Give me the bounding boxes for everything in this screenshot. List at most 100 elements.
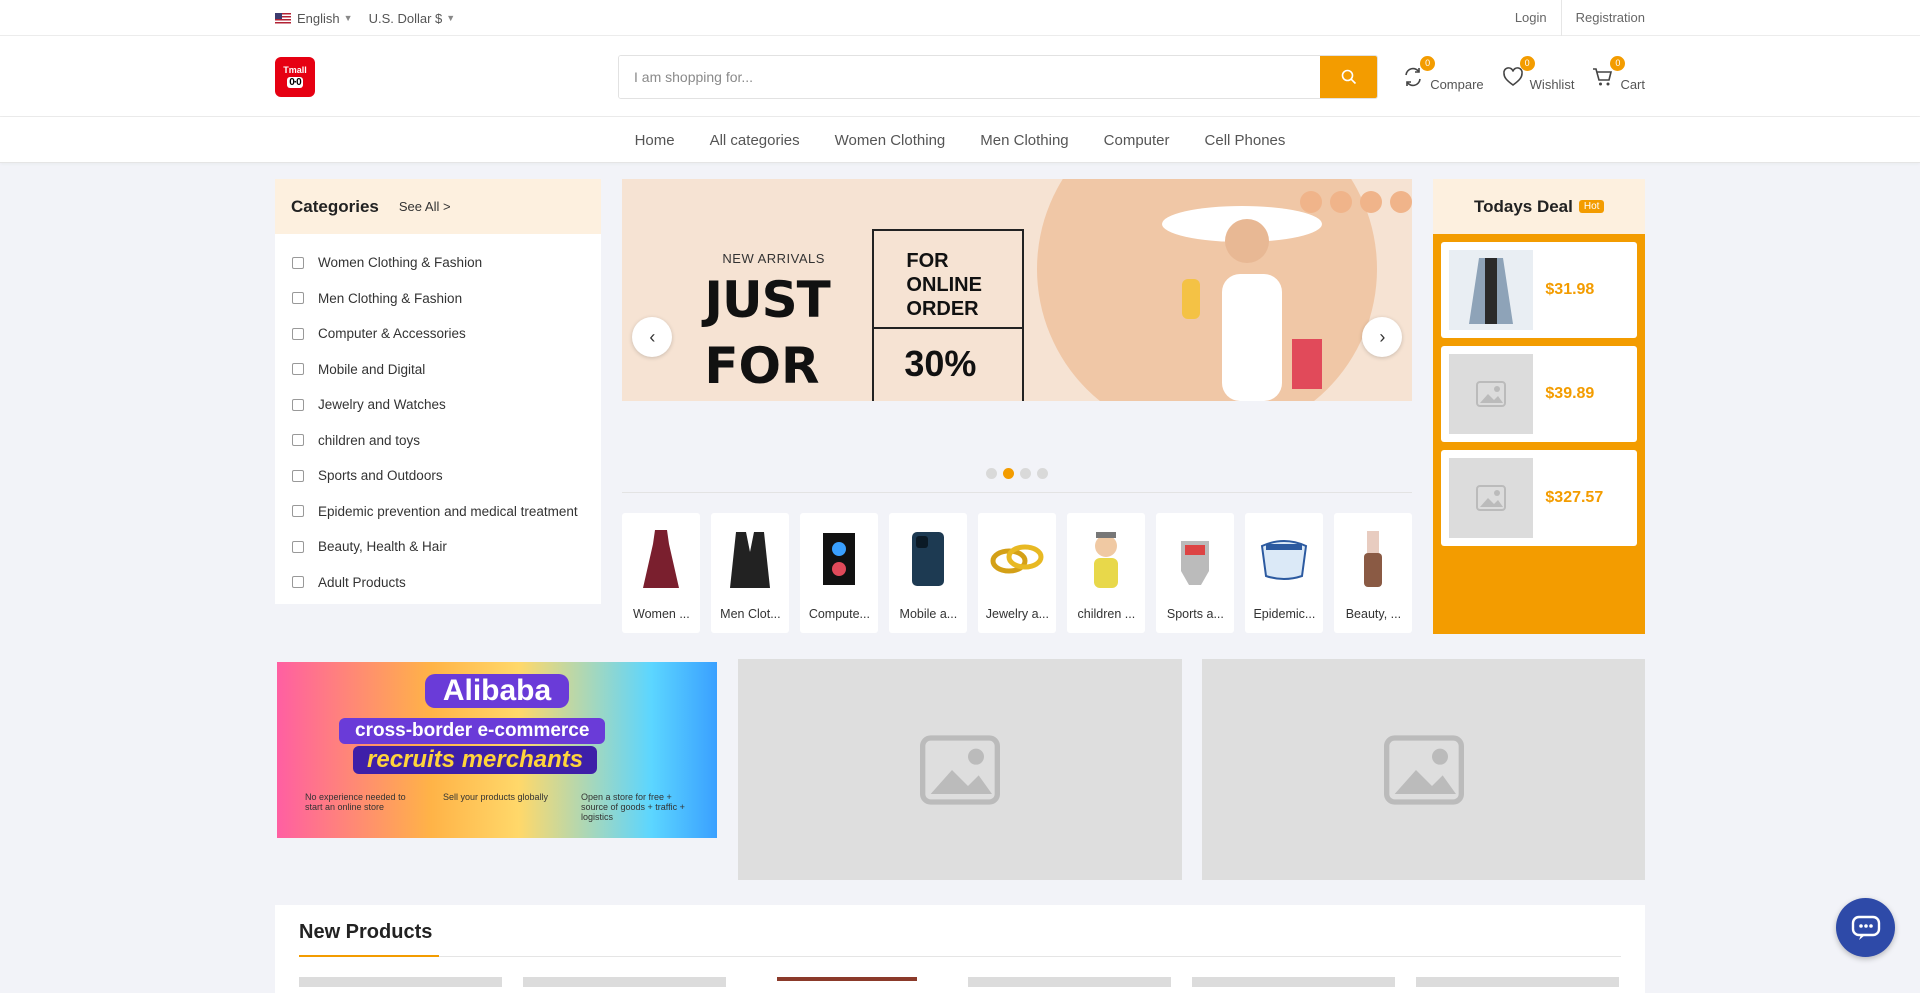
pc-case-image (809, 525, 869, 593)
wishlist-count-badge: 0 (1519, 55, 1535, 71)
alibaba-promo-banner[interactable]: Alibaba cross-border e-commerce recruits… (277, 662, 717, 838)
category-label: Adult Products (318, 574, 406, 590)
category-item[interactable]: children and toys (275, 423, 601, 459)
product-card[interactable] (299, 977, 502, 987)
thumb-children[interactable]: children ... (1067, 513, 1146, 633)
search-button[interactable] (1320, 55, 1377, 98)
instagram-icon (1300, 191, 1323, 213)
banner-placeholder[interactable] (1202, 659, 1645, 880)
category-icon (292, 398, 304, 411)
category-item[interactable]: Epidemic prevention and medical treatmen… (275, 494, 601, 530)
thumb-epidemic[interactable]: Epidemic... (1245, 513, 1324, 633)
phone-image (898, 525, 958, 593)
gloves-image (1165, 525, 1225, 593)
divider (622, 492, 1413, 493)
deal-item[interactable]: $39.89 (1441, 346, 1637, 442)
login-link[interactable]: Login (1501, 0, 1561, 36)
compare-icon (1405, 67, 1421, 86)
nav-men-clothing[interactable]: Men Clothing (963, 132, 1086, 149)
top-bar: English ▼ U.S. Dollar $ ▼ Login Registra… (0, 0, 1920, 36)
cart-button[interactable]: 0 Cart (1592, 55, 1645, 92)
currency-selector[interactable]: U.S. Dollar $ ▼ (369, 11, 456, 26)
slider-dot[interactable] (1020, 468, 1032, 479)
social-icons (1292, 191, 1413, 213)
nav-all-categories[interactable]: All categories (692, 132, 817, 149)
slider-dot[interactable] (1037, 468, 1049, 479)
category-item[interactable]: Men Clothing & Fashion (275, 281, 601, 317)
nav-women-clothing[interactable]: Women Clothing (817, 132, 963, 149)
category-item[interactable]: Women Clothing & Fashion (275, 245, 601, 281)
product-card[interactable] (1416, 977, 1619, 987)
category-item[interactable]: Beauty, Health & Hair (275, 529, 601, 565)
category-item[interactable]: Sports and Outdoors (275, 458, 601, 494)
thumb-label: Sports a... (1166, 607, 1224, 621)
category-item[interactable]: Mobile and Digital (275, 352, 601, 388)
thumb-beauty[interactable]: Beauty, ... (1334, 513, 1413, 633)
thumb-jewelry[interactable]: Jewelry a... (978, 513, 1057, 633)
thumb-sports[interactable]: Sports a... (1156, 513, 1235, 633)
thumb-mobile[interactable]: Mobile a... (889, 513, 968, 633)
category-label: Computer & Accessories (318, 326, 466, 342)
language-selector[interactable]: English ▼ (275, 11, 353, 26)
cart-icon (1593, 67, 1613, 85)
slider-next-button[interactable]: › (1362, 317, 1403, 357)
center-column: NEW ARRIVALS JUST FOR FOR ONLINE ORDER 3… (622, 179, 1413, 634)
whatsapp-icon (1390, 191, 1413, 213)
slider-new-arrivals: NEW ARRIVALS (722, 251, 825, 266)
chat-icon (1851, 915, 1880, 940)
chat-button[interactable] (1836, 898, 1895, 957)
slider-dot-active[interactable] (1003, 468, 1015, 479)
banner-placeholder[interactable] (738, 659, 1182, 880)
promo-banners: Alibaba cross-border e-commerce recruits… (275, 659, 1645, 880)
hero-slider[interactable]: NEW ARRIVALS JUST FOR FOR ONLINE ORDER 3… (622, 179, 1413, 401)
thumb-computer[interactable]: Compute... (800, 513, 879, 633)
category-icon (292, 505, 304, 518)
header: Tmall 0·0 0 Compare 0 Wishlist 0 C (0, 36, 1920, 117)
thumb-women[interactable]: Women ... (622, 513, 701, 633)
todays-deal-title: Todays Deal (1473, 196, 1573, 216)
slider-offer-box: FOR ONLINE ORDER 30% (872, 229, 1025, 401)
slider-prev-button[interactable]: ‹ (632, 317, 673, 357)
search-input[interactable] (619, 55, 1320, 98)
todays-deal-panel: Todays Deal Hot $31.98 $39.89 $327.57 (1433, 179, 1645, 634)
see-all-link[interactable]: See All > (399, 199, 451, 214)
nav-computer[interactable]: Computer (1086, 132, 1187, 149)
image-placeholder-icon (1383, 734, 1464, 805)
category-label: Epidemic prevention and medical treatmen… (318, 503, 578, 519)
cart-count-badge: 0 (1610, 55, 1626, 71)
product-card[interactable] (777, 977, 917, 987)
category-item[interactable]: Adult Products (275, 565, 601, 601)
tmall-logo[interactable]: Tmall 0·0 (275, 56, 315, 97)
main-nav: Home All categories Women Clothing Men C… (0, 117, 1920, 163)
product-card[interactable] (968, 977, 1171, 987)
category-label: Sports and Outdoors (318, 468, 443, 484)
deal-product-image (1449, 250, 1534, 330)
slider-dot[interactable] (986, 468, 998, 479)
categories-title: Categories (291, 196, 379, 216)
deal-price: $39.89 (1545, 385, 1595, 402)
nav-cell-phones[interactable]: Cell Phones (1187, 132, 1303, 149)
category-item[interactable]: Computer & Accessories (275, 316, 601, 352)
cart-label: Cart (1620, 76, 1645, 92)
promo-subtitle: cross-border e-commerce (339, 718, 606, 744)
slider-offer-text: FOR ONLINE ORDER (874, 231, 1023, 329)
category-icon (292, 363, 304, 376)
product-card[interactable] (1192, 977, 1395, 987)
currency-label: U.S. Dollar $ (368, 10, 443, 26)
deal-item[interactable]: $31.98 (1441, 242, 1637, 338)
promo-note: No experience needed to start an online … (305, 792, 406, 812)
baby-image (1076, 525, 1136, 593)
thumb-men[interactable]: Men Clot... (711, 513, 790, 633)
deal-item[interactable]: $327.57 (1441, 450, 1637, 546)
nav-home[interactable]: Home (617, 132, 692, 149)
category-label: Beauty, Health & Hair (318, 539, 447, 555)
compare-button[interactable]: 0 Compare (1402, 55, 1484, 92)
wishlist-button[interactable]: 0 Wishlist (1502, 55, 1574, 92)
chevron-right-icon: › (1379, 326, 1386, 347)
category-item[interactable]: Jewelry and Watches (275, 387, 601, 423)
categories-panel: Categories See All > Women Clothing & Fa… (275, 179, 602, 604)
product-card[interactable] (523, 977, 726, 987)
us-flag-icon (275, 12, 291, 24)
category-thumbnails: Women ... Men Clot... Compute... Mobile … (622, 513, 1413, 633)
registration-link[interactable]: Registration (1560, 0, 1645, 36)
